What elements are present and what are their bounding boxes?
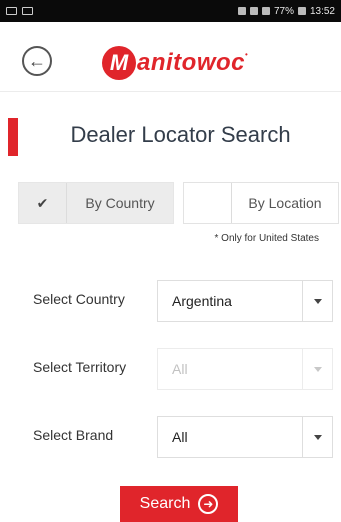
logo-registered-mark: • — [245, 50, 248, 59]
territory-value: All — [172, 361, 188, 377]
caret-down-icon — [313, 366, 322, 372]
brand-dropdown-toggle — [302, 417, 332, 457]
signal-icon — [261, 7, 270, 15]
checkmark-icon: ✔ — [19, 183, 67, 223]
battery-percent: 77% — [273, 5, 294, 17]
country-dropdown-toggle — [302, 281, 332, 321]
logo-mark: M — [102, 46, 136, 80]
territory-dropdown-toggle — [302, 349, 332, 389]
page-title: Dealer Locator Search — [70, 122, 291, 147]
back-button[interactable]: ← — [22, 46, 52, 76]
notification-icons — [6, 7, 33, 15]
location-note: * Only for United States — [214, 233, 320, 244]
status-bar: 77% 13:52 — [0, 0, 341, 22]
by-location-toggle[interactable]: By Location — [183, 182, 339, 224]
country-value: Argentina — [172, 293, 232, 309]
caret-down-icon — [313, 298, 322, 304]
by-country-label: By Country — [85, 195, 155, 211]
gallery-notification-icon — [22, 7, 33, 15]
clock: 13:52 — [309, 5, 335, 17]
arrow-left-icon: ← — [28, 51, 46, 71]
manitowoc-logo: M anitowoc • — [102, 46, 248, 80]
territory-select: All — [157, 348, 333, 390]
country-label: Select Country — [33, 291, 125, 307]
brand-label: Select Brand — [33, 427, 114, 443]
brand-value: All — [172, 429, 188, 445]
by-location-label: By Location — [248, 195, 322, 211]
territory-label: Select Territory — [33, 359, 127, 375]
arrow-right-circle-icon: ➜ — [198, 494, 219, 514]
battery-icon — [297, 7, 306, 15]
country-select[interactable]: Argentina — [157, 280, 333, 322]
app-bar: ← M anitowoc • — [0, 22, 341, 92]
wifi-icon — [249, 7, 258, 15]
empty-check-box — [184, 183, 232, 223]
alarm-icon — [237, 7, 246, 15]
caret-down-icon — [313, 434, 322, 440]
by-country-toggle[interactable]: ✔ By Country — [18, 182, 174, 224]
brand-select[interactable]: All — [157, 416, 333, 458]
search-button[interactable]: Search ➜ — [120, 486, 238, 522]
search-button-label: Search — [139, 495, 191, 512]
logo-wordmark: anitowoc — [137, 49, 246, 76]
image-notification-icon — [6, 7, 17, 15]
status-icons: 77% 13:52 — [237, 5, 335, 17]
